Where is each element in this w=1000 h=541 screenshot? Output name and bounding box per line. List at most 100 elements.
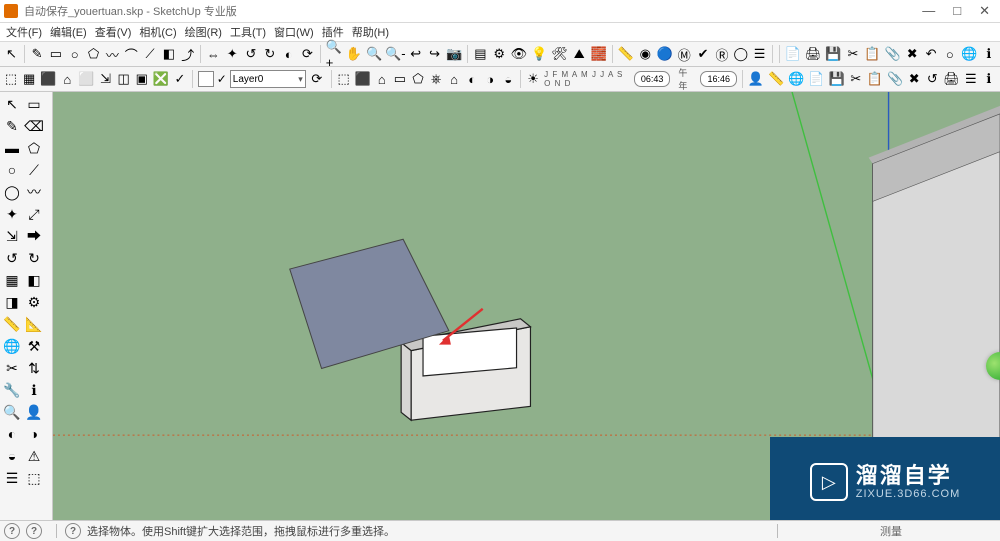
close-button[interactable]: ✕ [979, 3, 990, 19]
menu-item[interactable]: 文件(F) [4, 24, 44, 40]
tool-icon[interactable]: ↺ [925, 70, 939, 88]
side-tool-icon[interactable]: ◧ [24, 270, 44, 290]
side-tool-icon[interactable]: ◨ [2, 292, 22, 312]
tool-icon[interactable]: 🔍- [386, 45, 404, 63]
side-tool-icon[interactable]: ⤢ [24, 204, 44, 224]
view-icon[interactable]: ▭ [393, 70, 407, 88]
side-tool-icon[interactable]: ↺ [2, 248, 22, 268]
menu-item[interactable]: 帮助(H) [350, 24, 391, 40]
side-tool-icon[interactable]: ▦ [2, 270, 22, 290]
view-icon[interactable]: ❎ [153, 70, 169, 88]
view-icon[interactable]: ◒ [501, 70, 515, 88]
side-tool-icon[interactable]: ○ [2, 160, 22, 180]
layer-refresh-icon[interactable]: ⟳ [308, 70, 326, 88]
tool-icon[interactable]: ℹ [981, 45, 996, 63]
tool-icon[interactable]: 💡 [531, 45, 547, 63]
tool-icon[interactable]: ☰ [752, 45, 767, 63]
side-tool-icon[interactable]: ⚙ [24, 292, 44, 312]
side-tool-icon[interactable]: ▬ [2, 138, 22, 158]
tool-icon[interactable]: 🌐 [961, 45, 977, 63]
time-display-2[interactable]: 16:46 [700, 71, 737, 87]
tool-icon[interactable]: ↺ [244, 45, 259, 63]
side-tool-icon[interactable]: ⚠ [24, 446, 44, 466]
side-tool-icon[interactable]: 📐 [24, 314, 44, 334]
view-icon[interactable]: ⌂ [447, 70, 461, 88]
tool-icon[interactable]: ▤ [473, 45, 488, 63]
sun-icon[interactable]: ☀ [526, 70, 540, 88]
side-tool-icon[interactable]: ⬚ [24, 468, 44, 488]
side-tool-icon[interactable]: ⟋ [24, 160, 44, 180]
tool-icon[interactable]: ✖ [905, 45, 920, 63]
view-icon[interactable]: ⎈ [429, 70, 443, 88]
tool-icon[interactable]: ↩ [408, 45, 423, 63]
view-icon[interactable]: ⬜ [78, 70, 94, 88]
tool-icon[interactable]: ○ [942, 45, 957, 63]
tool-icon[interactable]: ☰ [964, 70, 978, 88]
tool-icon[interactable]: ▭ [48, 45, 63, 63]
side-tool-icon[interactable]: ⮕ [24, 226, 44, 246]
tool-icon[interactable]: ✋ [346, 45, 362, 63]
tool-icon[interactable]: 📏 [618, 45, 634, 63]
side-tool-icon[interactable]: ▭ [24, 94, 44, 114]
side-tool-icon[interactable]: ⚒ [24, 336, 44, 356]
view-icon[interactable]: ⬛ [40, 70, 56, 88]
tool-icon[interactable]: ✔ [696, 45, 711, 63]
side-tool-icon[interactable]: ↻ [24, 248, 44, 268]
menu-item[interactable]: 编辑(E) [48, 24, 89, 40]
menu-item[interactable]: 相机(C) [137, 24, 178, 40]
side-tool-icon[interactable]: ✂ [2, 358, 22, 378]
tool-icon[interactable]: ✦ [225, 45, 240, 63]
side-tool-icon[interactable]: 🌐 [2, 336, 22, 356]
help-icon-3[interactable]: ? [65, 523, 81, 539]
view-icon[interactable]: ▣ [135, 70, 149, 88]
tool-icon[interactable]: ◯ [733, 45, 748, 63]
tool-icon[interactable]: ✎ [30, 45, 45, 63]
tool-icon[interactable]: 🖨 [943, 70, 960, 88]
tool-icon[interactable]: ⤴ [180, 45, 195, 63]
tool-icon[interactable]: ✂ [849, 70, 863, 88]
tool-icon[interactable]: 👁 [511, 45, 528, 63]
side-tool-icon[interactable]: 🔍 [2, 402, 22, 422]
side-tool-icon[interactable]: ☰ [2, 468, 22, 488]
tool-icon[interactable]: ✖ [907, 70, 921, 88]
view-icon[interactable]: ⬠ [411, 70, 425, 88]
tool-icon[interactable]: Ⓜ [677, 45, 692, 63]
side-tool-icon[interactable]: ⇲ [2, 226, 22, 246]
help-icon-2[interactable]: ? [26, 523, 42, 539]
tool-icon[interactable]: Ⓡ [715, 45, 730, 63]
side-tool-icon[interactable]: ◑ [24, 424, 44, 444]
menu-item[interactable]: 绘图(R) [183, 24, 224, 40]
side-tool-icon[interactable]: 👤 [24, 402, 44, 422]
minimize-button[interactable]: — [922, 3, 935, 19]
tool-icon[interactable]: 🔍+ [326, 45, 342, 63]
month-strip[interactable]: J F M A M J J A S O N D [544, 70, 630, 88]
view-icon[interactable]: ⬚ [4, 70, 18, 88]
tool-icon[interactable]: ⚙ [492, 45, 507, 63]
side-tool-icon[interactable]: ↖ [2, 94, 22, 114]
tool-icon[interactable]: 📷 [446, 45, 462, 63]
viewport[interactable]: ▷ 溜溜自学 ZIXUE.3D66.COM [53, 92, 1000, 527]
tool-icon[interactable]: 🛠 [551, 45, 568, 63]
tool-icon[interactable]: ○ [67, 45, 82, 63]
tool-icon[interactable]: 👤 [748, 70, 764, 88]
tool-icon[interactable]: ↶ [924, 45, 939, 63]
tool-icon[interactable]: 📋 [864, 45, 880, 63]
view-icon[interactable]: ⌂ [375, 70, 389, 88]
side-tool-icon[interactable]: ◯ [2, 182, 22, 202]
side-tool-icon[interactable]: ⌫ [24, 116, 44, 136]
layer-selector[interactable]: ✓Layer0⟳ [198, 70, 326, 88]
tool-icon[interactable]: ⬠ [86, 45, 101, 63]
tool-icon[interactable]: 🔵 [657, 45, 673, 63]
tool-icon[interactable]: ⛰ [572, 45, 587, 63]
tool-icon[interactable]: 📄 [785, 45, 801, 63]
view-icon[interactable]: ⌂ [60, 70, 74, 88]
view-icon[interactable]: ✓ [173, 70, 187, 88]
side-tool-icon[interactable]: ◐ [2, 424, 22, 444]
menu-item[interactable]: 工具(T) [228, 24, 268, 40]
tool-icon[interactable]: ↖ [4, 45, 19, 63]
tool-icon[interactable]: 📄 [808, 70, 824, 88]
tool-icon[interactable]: 🌐 [788, 70, 804, 88]
menu-item[interactable]: 查看(V) [93, 24, 134, 40]
side-tool-icon[interactable]: ◒ [2, 446, 22, 466]
menu-item[interactable]: 窗口(W) [272, 24, 316, 40]
